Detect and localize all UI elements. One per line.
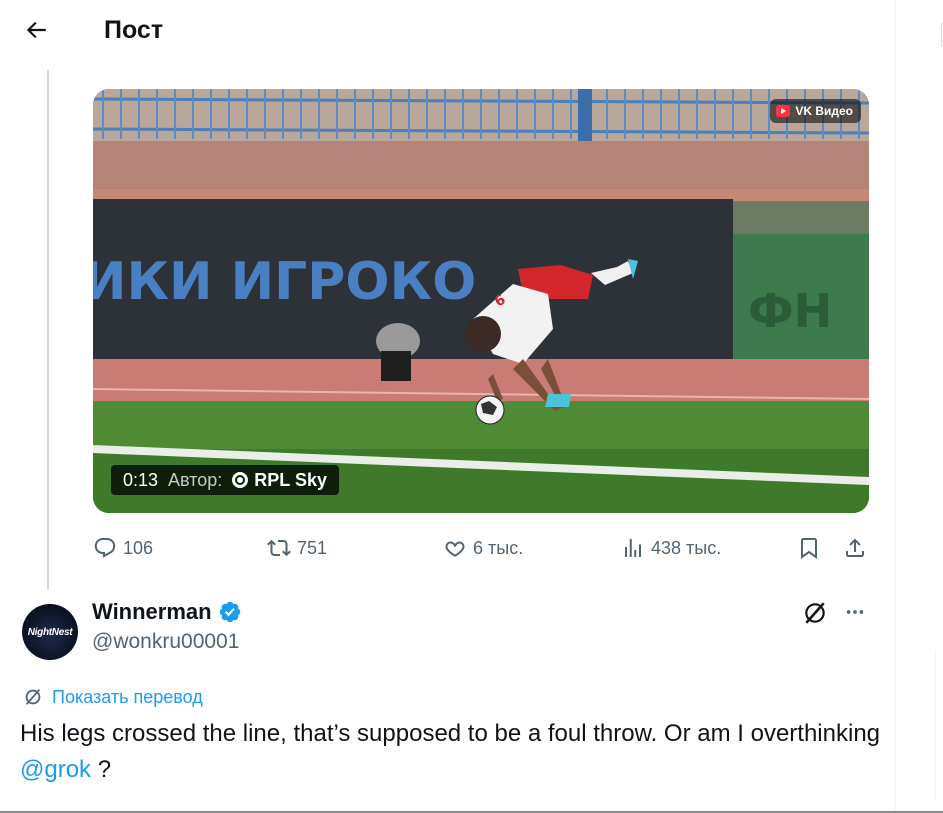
video-info-bar: 0:13 Автор: RPL Sky	[111, 465, 339, 495]
thread-connector-line	[47, 70, 49, 590]
grok-icon[interactable]	[802, 600, 828, 626]
share-icon	[846, 538, 864, 557]
verified-badge-icon	[219, 601, 240, 623]
bookmark-button[interactable]	[797, 533, 821, 563]
video-player[interactable]: ИКИ ИГРОКО ФН 6 VK Видео 0:13 Автор: RPL…	[93, 89, 869, 513]
page-title: Пост	[104, 16, 164, 44]
bookmark-icon	[801, 538, 817, 559]
video-author-label: Автор:	[168, 469, 223, 490]
reply-author-name-link[interactable]: Winnerman	[92, 599, 242, 625]
repost-button[interactable]: 751	[267, 533, 327, 563]
show-translation-link[interactable]: Показать перевод	[22, 686, 203, 708]
translate-grok-icon	[25, 689, 41, 705]
video-author-name: RPL Sky	[254, 469, 327, 490]
views-count: 438 тыс.	[651, 537, 722, 558]
post-actions-bar: 106 751 6 тыс. 438 тыс.	[93, 533, 873, 563]
show-translation-label: Показать перевод	[52, 686, 203, 707]
vk-badge-label: VK Видео	[795, 104, 853, 118]
reply-icon	[94, 538, 116, 558]
video-frame: ИКИ ИГРОКО ФН 6	[93, 89, 869, 513]
reply-text-body: His legs crossed the line, that’s suppos…	[20, 720, 881, 747]
heart-icon	[445, 541, 465, 557]
like-button[interactable]: 6 тыс.	[443, 533, 523, 563]
reply-count: 106	[123, 537, 154, 558]
post-column: Пост ИКИ ИГРОКО ФН 6 VK Видео 0:13 Автор…	[0, 0, 895, 813]
back-button[interactable]	[18, 12, 54, 48]
ad-banner-right-text: ФН	[748, 284, 832, 338]
reply-text-tail: ?	[91, 756, 112, 783]
vk-play-icon	[776, 105, 791, 117]
repost-icon	[267, 539, 291, 557]
reply-author-name: Winnerman	[92, 599, 212, 624]
views-button[interactable]: 438 тыс.	[621, 533, 721, 563]
views-chart-icon	[625, 539, 641, 557]
share-button[interactable]	[843, 533, 867, 563]
reply-button[interactable]: 106	[93, 533, 153, 563]
vk-video-badge[interactable]: VK Видео	[770, 99, 861, 123]
reply-text: His legs crossed the line, that’s suppos…	[20, 716, 880, 788]
ad-banner-text: ИКИ ИГРОКО	[93, 252, 476, 312]
video-author-link[interactable]: RPL Sky	[232, 470, 327, 491]
rpl-logo-icon	[232, 472, 249, 488]
more-options-button[interactable]	[841, 598, 869, 626]
arrow-left-icon	[26, 21, 46, 39]
right-sidebar-divider	[935, 650, 943, 800]
avatar-logo-text: NightNest	[27, 626, 73, 638]
reply-author-handle[interactable]: @wonkru00001	[92, 630, 239, 654]
more-dots-icon	[846, 610, 864, 614]
page-header: Пост	[0, 0, 895, 62]
like-count: 6 тыс.	[473, 537, 524, 558]
repost-count: 751	[297, 537, 328, 558]
avatar[interactable]: NightNest	[22, 604, 78, 660]
mention-link[interactable]: @grok	[20, 756, 91, 783]
video-timestamp: 0:13	[123, 469, 159, 490]
